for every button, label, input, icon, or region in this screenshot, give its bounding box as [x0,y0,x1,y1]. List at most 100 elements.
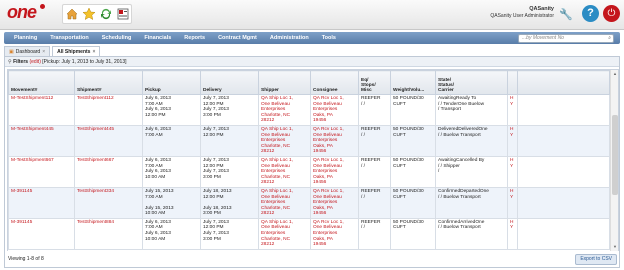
close-icon[interactable]: × [42,49,45,55]
shipment-link[interactable]: TestShipment112 [74,94,143,126]
column-header[interactable]: Shipment# [74,70,143,95]
flags-cell[interactable]: HY [507,94,518,126]
quick-icons [62,4,132,24]
nav-financials[interactable]: Financials [144,35,171,41]
flags-cell[interactable]: HY [507,186,518,219]
nav-contract-mgmt[interactable]: Contract Mgmt [218,35,257,41]
equipment-cell: REEFER / / [358,124,391,157]
close-icon[interactable]: × [92,49,95,55]
shipment-link[interactable]: TestShipment445 [74,124,143,157]
delivery-cell: July 7, 2013 12:00 PM July 7, 2013 3:00 PM [200,217,259,250]
table-row[interactable]: M-391145 TestShipment884 July 6, 2013 7:00 … [8,217,610,250]
column-header[interactable]: Shipper [258,70,311,95]
pickup-cell: July 6, 2013 7:00 AM July 6, 2013 10:00 AM [142,217,201,250]
shipper-cell[interactable]: QA Ship Loc 1, One Beliveau Enterprises Cha… [258,217,311,250]
help-button[interactable]: ? [582,5,599,22]
spacer-cell [517,94,610,126]
status-cell: ConfirmedDepartedOne / / Buelow Transport [435,186,508,219]
nav-administration[interactable]: Administration [270,35,309,41]
movement-link[interactable]: M-391145 [8,186,75,219]
equipment-cell: REEFER / / [358,94,391,126]
export-csv-button[interactable]: Export to CSV [575,254,617,265]
weight-cell: 50 POUND/30 CUFT [390,124,436,157]
status-cell: AwaitingReady To / / TenderOne Buelow / Tr… [435,94,508,126]
consignee-cell[interactable]: QA Rcv Loc 1, One Beliveau Enterprises Oaks… [310,124,359,157]
movement-link[interactable]: M-TestShipment112 [8,94,75,126]
vertical-scrollbar[interactable]: ▲ ▼ [610,70,618,251]
column-header[interactable]: Delivery [200,70,259,95]
equipment-cell: REEFER / / [358,217,391,250]
table-row[interactable]: M-391145 TestShipment334 July 15, 2013 7:00… [8,186,610,219]
nav-planning[interactable]: Planning [14,35,37,41]
spacer-cell [517,124,610,157]
shipper-cell[interactable]: QA Ship Loc 1, One Beliveau Enterprises Cha… [258,94,311,126]
nav-scheduling[interactable]: Scheduling [102,35,132,41]
filter-icon: ⚲ [8,59,12,65]
movement-search-input[interactable]: ...by Movement No ⌕ [518,33,614,43]
pickup-cell: July 6, 2013 7:00 AM July 6, 2013 12:00 PM [142,94,201,126]
column-header[interactable]: Pickup [142,70,201,95]
home-icon[interactable] [65,7,79,21]
status-cell: ConfirmedArrivedOne / / Buelow Transport [435,217,508,250]
refresh-icon[interactable] [99,7,113,21]
consignee-cell[interactable]: QA Rcv Loc 1, One Beliveau Enterprises Oaks… [310,155,359,188]
weight-cell: 50 POUND/30 CUFT [390,94,436,126]
shipper-cell[interactable]: QA Ship Loc 1, One Beliveau Enterprises Cha… [258,186,311,219]
column-header[interactable]: Eq/Stops/Misc [358,70,391,95]
consignee-cell[interactable]: QA Rcv Loc 1, One Beliveau Enterprises Oaks… [310,186,359,219]
scroll-up-icon[interactable]: ▲ [612,71,618,77]
filters-bar: ⚲ Filters (edit) [Pickup: July 1, 2013 t… [5,57,619,67]
wrench-icon[interactable]: 🔧 [559,9,575,21]
consignee-cell[interactable]: QA Rcv Loc 1, One Beliveau Enterprises Oaks… [310,94,359,126]
filters-label: Filters [13,59,29,65]
delivery-cell: July 7, 2013 12:00 PM July 7, 2013 3:00 PM [200,94,259,126]
spacer-cell [517,186,610,219]
filters-edit-link[interactable]: (edit) [29,59,40,65]
grid-footer: Viewing 1-8 of 8 Export to CSV [5,251,619,267]
search-icon[interactable]: ⌕ [608,35,611,42]
shipper-cell[interactable]: QA Ship Loc 1, One Beliveau Enterprises Cha… [258,155,311,188]
table-row[interactable]: M-TestShipment112 TestShipment112 July 6, … [8,94,610,126]
pickup-cell: July 6, 2013 7:00 AM July 6, 2013 10:00 AM [142,155,201,188]
shipments-panel: ⚲ Filters (edit) [Pickup: July 1, 2013 t… [4,56,620,268]
shipment-link[interactable]: TestShipment667 [74,155,143,188]
viewing-count: Viewing 1-8 of 8 [8,256,44,262]
flags-cell[interactable]: HY [507,217,518,250]
spacer-cell [517,155,610,188]
column-header[interactable]: Weight/Volu... [390,70,436,95]
nav-tools[interactable]: Tools [322,35,336,41]
column-header[interactable]: State/Status/Carrier [435,70,508,95]
shipment-link[interactable]: TestShipment884 [74,217,143,250]
shipper-cell[interactable]: QA Ship Loc 1, One Beliveau Enterprises Cha… [258,124,311,157]
consignee-cell[interactable]: QA Rcv Loc 1, One Beliveau Enterprises Oaks… [310,217,359,250]
column-header-spacer [517,70,610,95]
table-row[interactable]: M-TestShipment667 TestShipment667 July 6, … [8,155,610,188]
flags-cell[interactable]: HY [507,124,518,157]
star-icon[interactable] [82,7,96,21]
table-row[interactable]: M-TestShipment445 TestShipment445 July 6, … [8,124,610,157]
column-header[interactable]: Consignee [310,70,359,95]
nav-reports[interactable]: Reports [184,35,205,41]
user-name: QASanity [529,6,554,12]
weight-cell: 50 POUND/30 CUFT [390,186,436,219]
scroll-down-icon[interactable]: ▼ [612,244,618,250]
column-header[interactable]: Movement# [8,70,75,95]
pickup-cell: July 6, 2013 7:00 AM [142,124,201,157]
user-info: QASanity QASanity User Administrator [490,6,554,20]
contacts-icon[interactable] [116,7,130,21]
tab-dashboard[interactable]: ▣ Dashboard × [4,46,51,56]
column-header[interactable] [507,70,518,95]
nav-transportation[interactable]: Transportation [50,35,89,41]
power-button[interactable]: ⏻ [603,5,620,22]
scroll-thumb[interactable] [612,115,618,195]
movement-link[interactable]: M-391145 [8,217,75,250]
weight-cell: 50 POUND/30 CUFT [390,155,436,188]
movement-link[interactable]: M-TestShipment445 [8,124,75,157]
filters-summary: [Pickup: July 1, 2013 to July 31, 2013] [42,59,127,65]
movement-link[interactable]: M-TestShipment667 [8,155,75,188]
app-logo[interactable]: one [7,2,47,22]
flags-cell[interactable]: HY [507,155,518,188]
tab-all-shipments[interactable]: All Shipments × [52,46,101,56]
delivery-cell: July 7, 2013 12:00 PM [200,124,259,157]
shipment-link[interactable]: TestShipment334 [74,186,143,219]
